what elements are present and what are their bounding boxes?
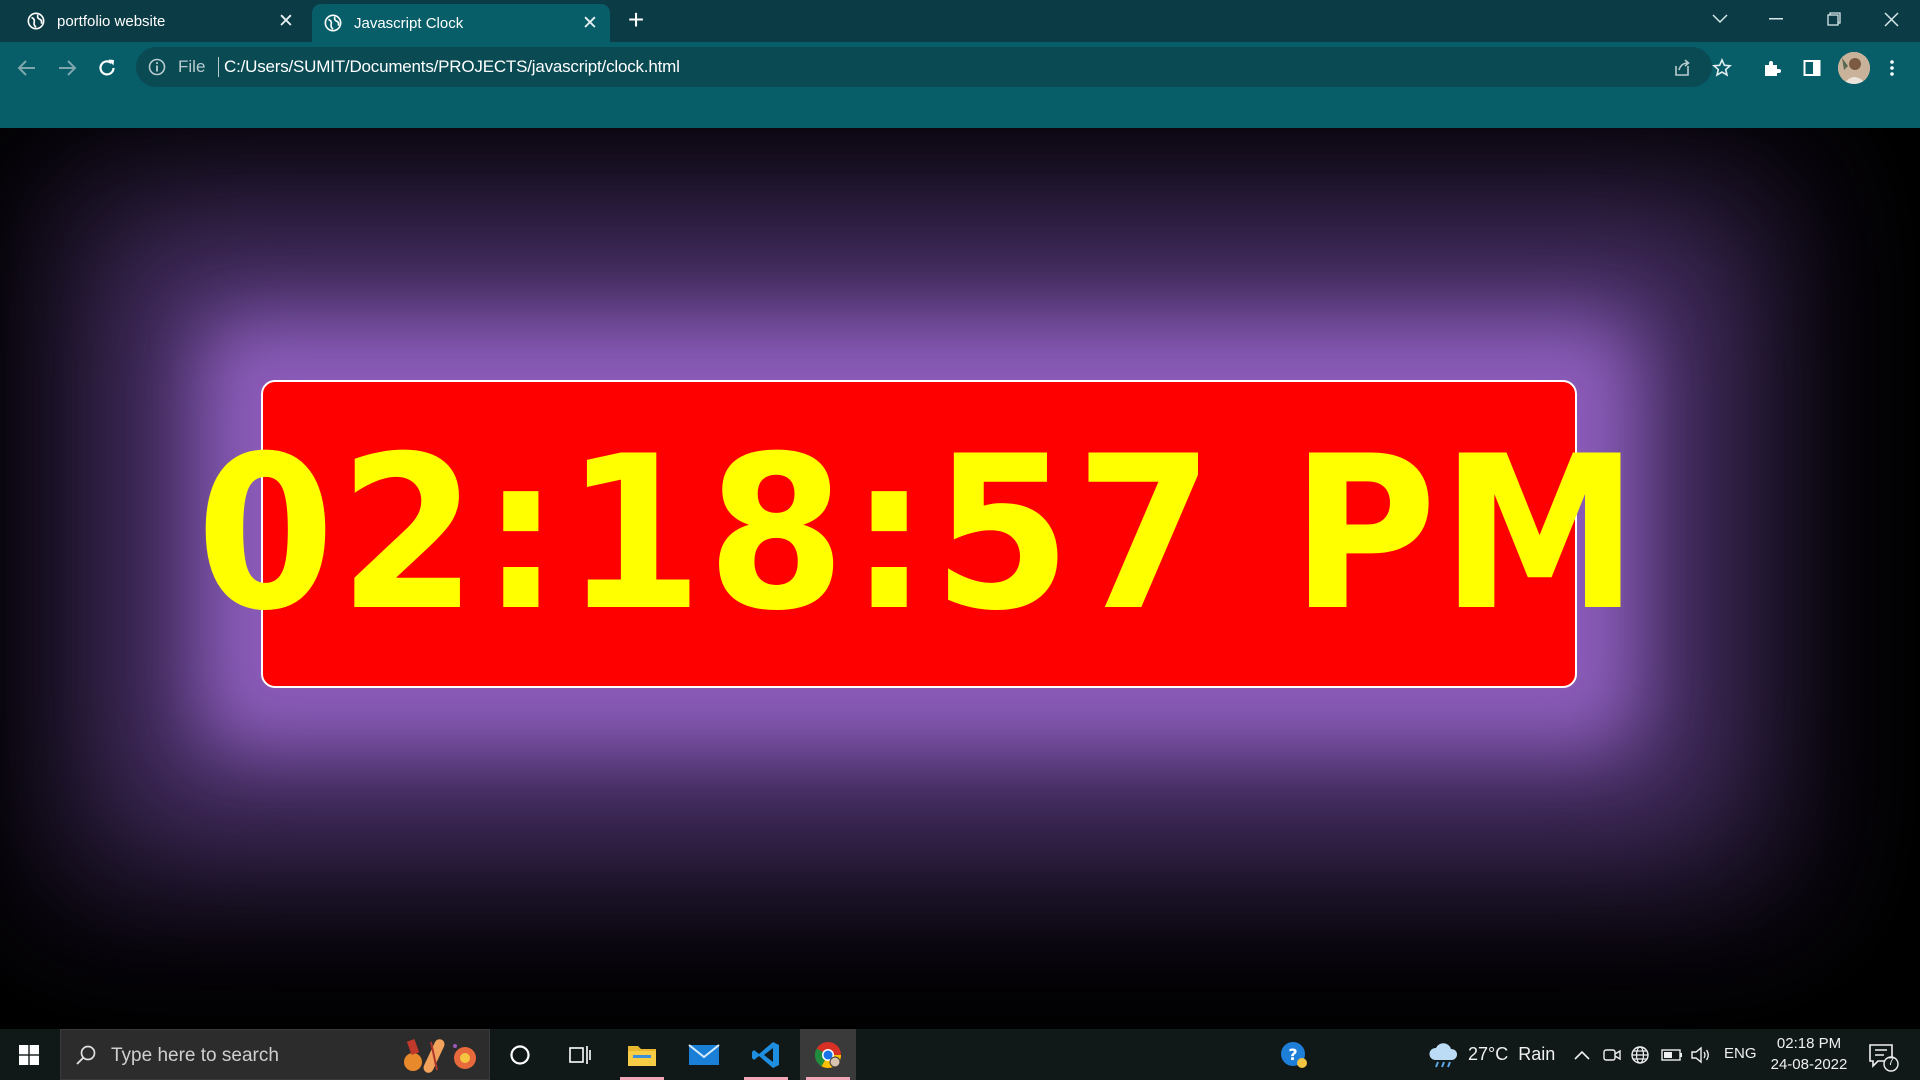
folder-icon [628, 1045, 656, 1066]
forward-button[interactable] [51, 52, 83, 84]
side-panel-icon[interactable] [1796, 52, 1828, 84]
weather-temperature: 27°C [1468, 1044, 1509, 1064]
tab-search-chevron-icon[interactable] [1692, 0, 1748, 38]
arrow-right-icon [59, 60, 77, 76]
info-icon[interactable] [148, 58, 166, 76]
new-tab-button[interactable]: + [622, 6, 650, 35]
start-button[interactable] [0, 1029, 58, 1080]
volume-icon[interactable] [1688, 1043, 1712, 1067]
minimize-button[interactable] [1748, 0, 1804, 38]
system-clock[interactable]: 02:18 PM 24-08-2022 [1766, 1033, 1852, 1075]
task-view-icon [569, 1045, 591, 1064]
clock-display: 02:18:57 PM [196, 380, 1638, 688]
meet-now-camera-icon[interactable] [1600, 1043, 1624, 1067]
taskbar-search-box[interactable]: Type here to search [60, 1029, 490, 1080]
taskbar-file-explorer[interactable] [614, 1029, 670, 1080]
system-time: 02:18 PM [1776, 1035, 1842, 1052]
close-tab-icon[interactable]: ✕ [274, 9, 298, 33]
extensions-puzzle-icon[interactable] [1756, 52, 1788, 84]
show-hidden-icons-chevron-icon[interactable] [1570, 1043, 1594, 1067]
input-language[interactable]: ENG [1724, 1045, 1757, 1062]
bookmark-star-icon[interactable] [1706, 52, 1738, 84]
taskbar-vscode[interactable] [738, 1029, 794, 1080]
profile-avatar[interactable] [1838, 52, 1870, 84]
clock-time-text: 02:18:57 PM [195, 410, 1643, 657]
arrow-left-icon [17, 60, 35, 76]
back-button[interactable] [11, 52, 43, 84]
reload-icon [99, 59, 115, 76]
more-menu-icon[interactable] [1876, 52, 1908, 84]
share-icon[interactable] [1666, 52, 1698, 84]
cortana-button[interactable] [492, 1029, 548, 1080]
search-icon [76, 1045, 96, 1065]
tab-title: Javascript Clock [354, 14, 464, 32]
browser-titlebar: portfolio website ✕ Javascript Clock ✕ + [0, 0, 1920, 42]
scheme-label: File [178, 57, 206, 76]
tab-javascript-clock[interactable]: Javascript Clock ✕ [312, 4, 610, 42]
search-placeholder: Type here to search [111, 1045, 279, 1066]
reload-button[interactable] [91, 52, 123, 84]
system-date: 24-08-2022 [1770, 1056, 1848, 1073]
close-window-button[interactable] [1863, 0, 1919, 38]
weather-condition: Rain [1518, 1044, 1556, 1064]
vscode-icon [752, 1041, 779, 1068]
cortana-circle-icon [510, 1044, 530, 1065]
taskbar-chrome[interactable] [800, 1029, 856, 1080]
chrome-icon [814, 1041, 842, 1068]
taskbar: Type here to search ? 27°C Rain ENG 02:1… [0, 1029, 1920, 1080]
browser-toolbar: File C:/Users/SUMIT/Documents/PROJECTS/j… [0, 42, 1920, 128]
svg-text:?: ? [1288, 1045, 1297, 1064]
divider [218, 57, 219, 77]
url-text[interactable]: C:/Users/SUMIT/Documents/PROJECTS/javasc… [224, 57, 680, 77]
mail-icon [688, 1043, 720, 1065]
address-bar[interactable]: File C:/Users/SUMIT/Documents/PROJECTS/j… [136, 47, 1712, 87]
battery-icon[interactable] [1660, 1043, 1684, 1067]
windows-logo-icon [19, 1044, 39, 1065]
task-view-button[interactable] [552, 1029, 608, 1080]
search-highlight-illustration-icon[interactable] [391, 1034, 483, 1076]
page-viewport: 02:18:57 PM [0, 128, 1920, 1029]
globe-icon [27, 12, 45, 30]
notification-count: 7 [1887, 1056, 1895, 1068]
globe-icon [324, 14, 342, 32]
notification-center-button[interactable]: 7 [1866, 1039, 1900, 1073]
rain-cloud-icon [1429, 1042, 1458, 1067]
weather-widget[interactable]: 27°C Rain [1428, 1029, 1555, 1080]
tab-portfolio-website[interactable]: portfolio website ✕ [0, 0, 308, 42]
taskbar-mail[interactable] [676, 1029, 732, 1080]
network-globe-icon[interactable] [1628, 1043, 1652, 1067]
close-tab-icon[interactable]: ✕ [578, 11, 602, 35]
tab-title: portfolio website [57, 12, 166, 30]
help-icon[interactable]: ? [1280, 1041, 1308, 1069]
restore-button[interactable] [1806, 0, 1862, 38]
